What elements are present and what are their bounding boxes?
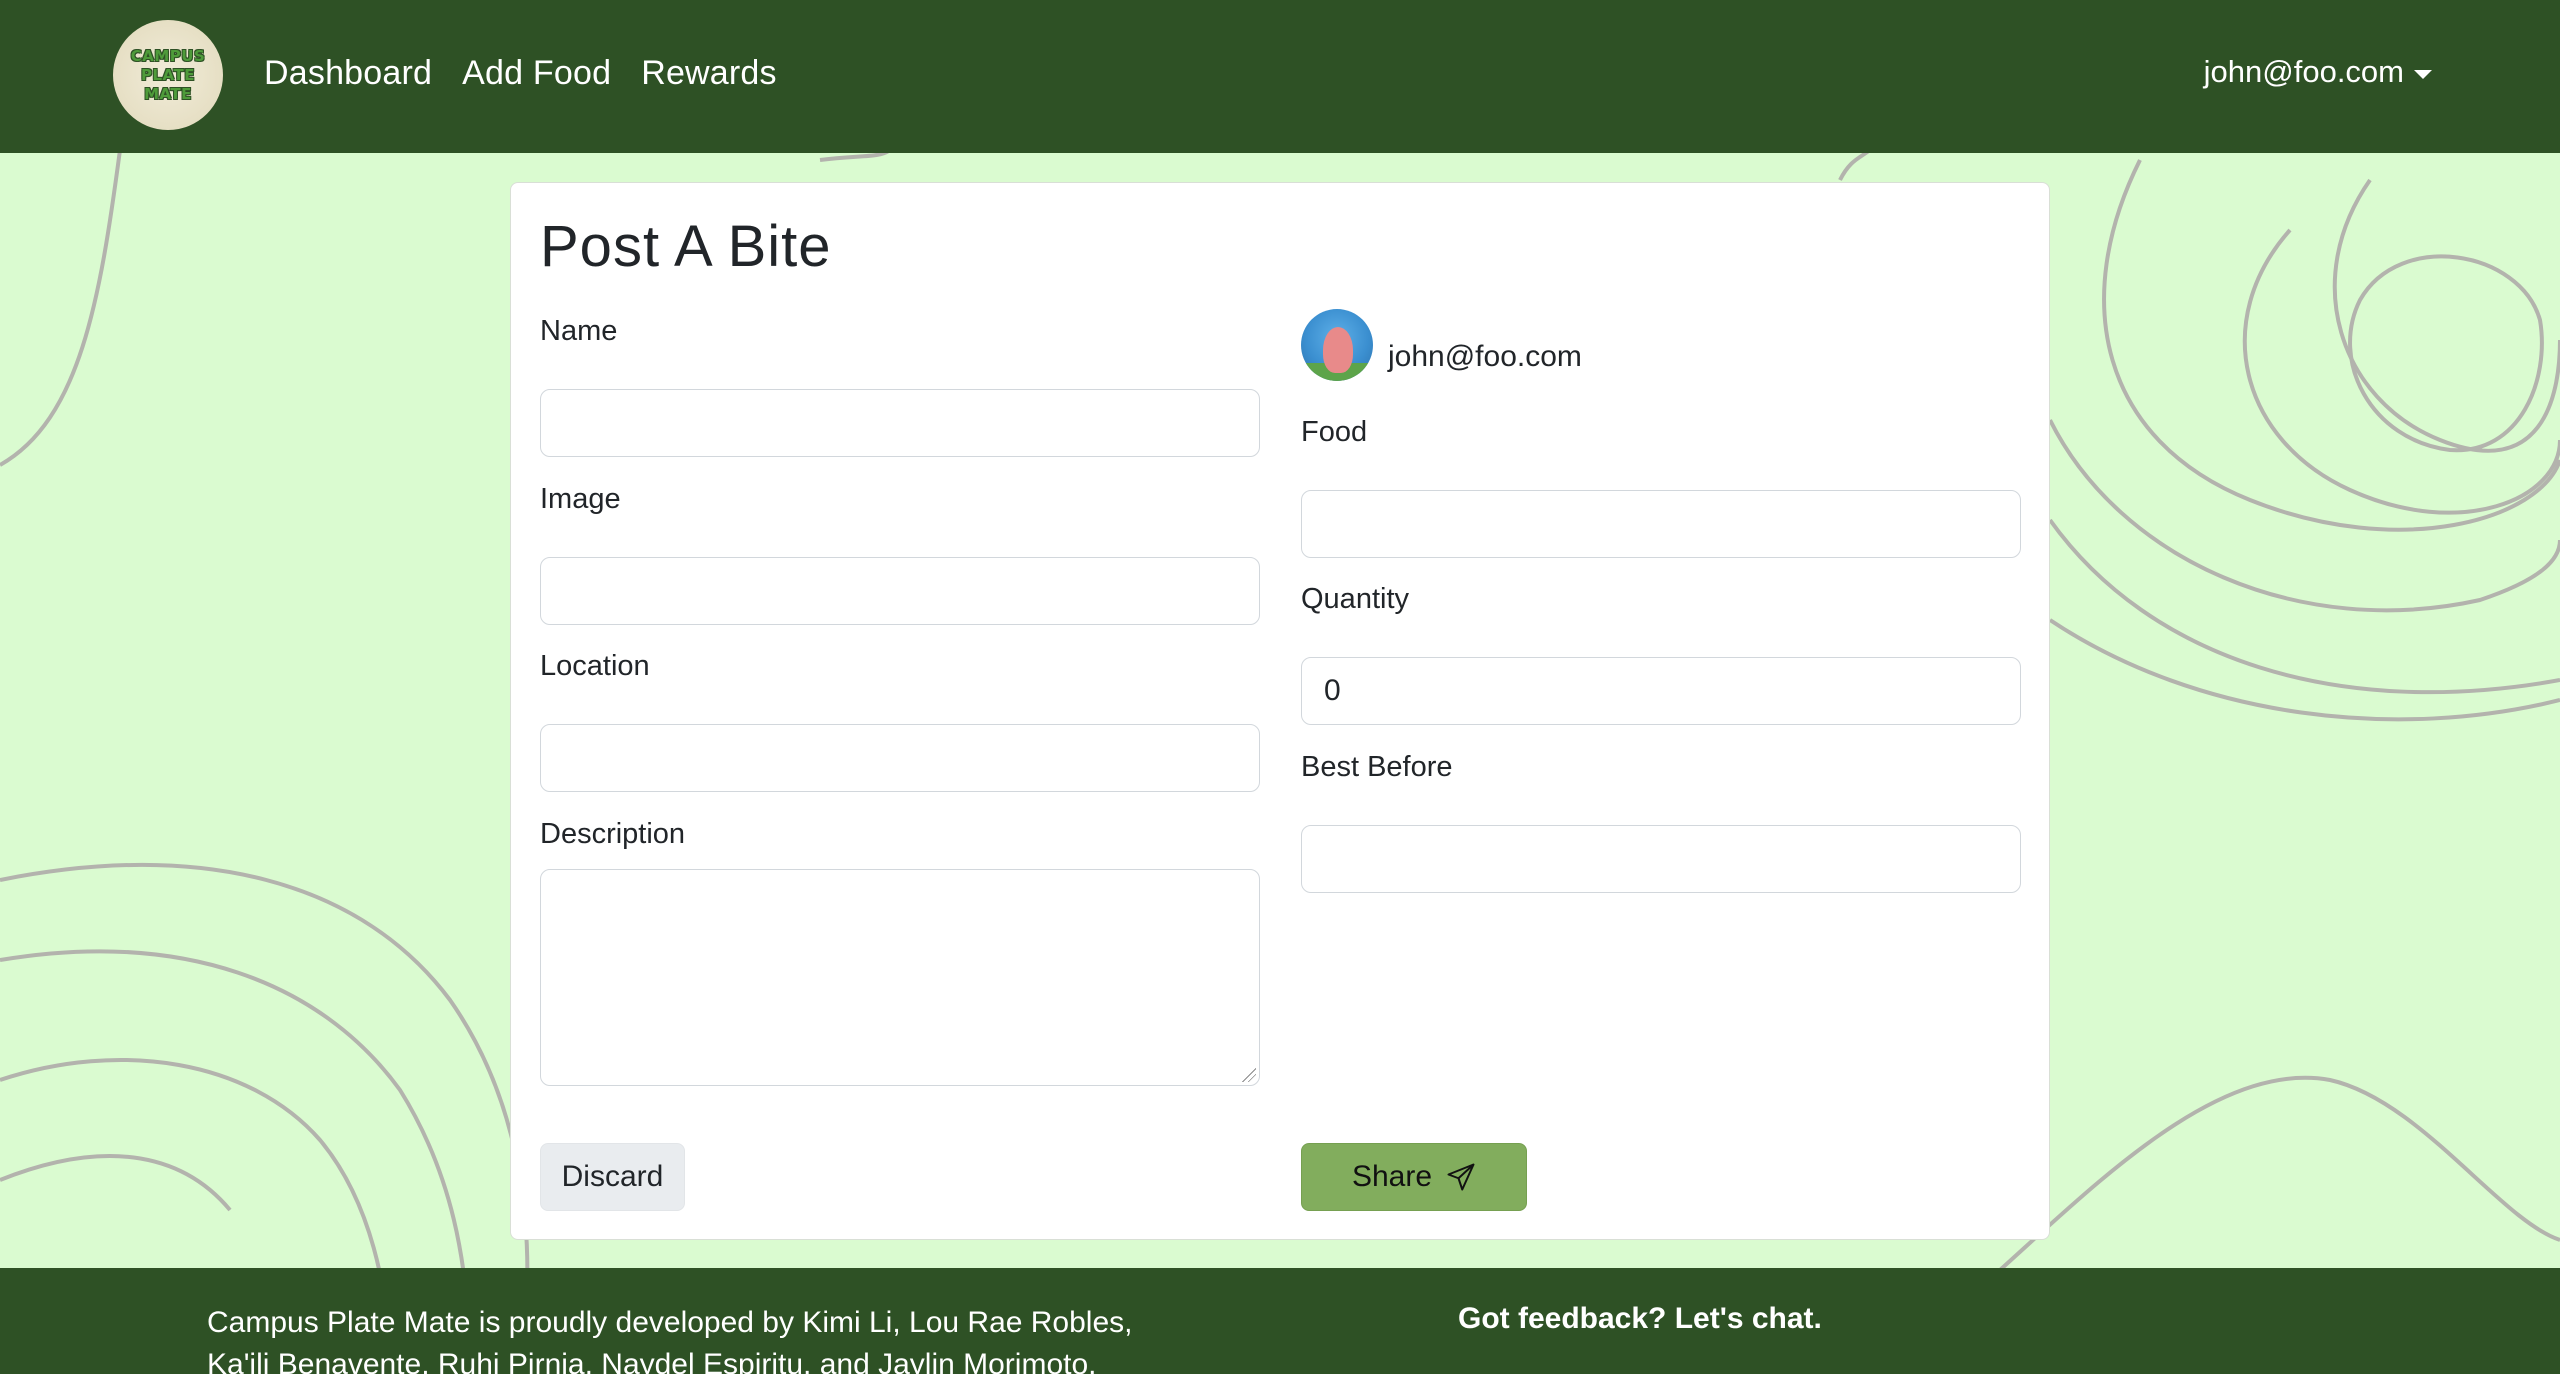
food-label: Food [1301,416,1368,448]
quantity-label: Quantity [1301,583,1409,615]
image-input[interactable] [540,557,1260,625]
user-email: john@foo.com [2203,54,2404,89]
user-dropdown[interactable]: john@foo.com [2204,54,2432,90]
nav-link-dashboard[interactable]: Dashboard [264,54,432,93]
nav-link-rewards[interactable]: Rewards [641,54,777,93]
description-label: Description [540,818,686,850]
send-icon [1447,1163,1475,1191]
discard-button[interactable]: Discard [540,1143,685,1211]
logo-line-1: CAMPUS [130,46,206,65]
footer: Campus Plate Mate is proudly developed b… [0,1268,2560,1374]
nav-link-add-food[interactable]: Add Food [462,54,611,93]
caret-down-icon [2414,69,2432,79]
share-label: Share [1351,1160,1433,1193]
share-button[interactable]: Share [1301,1143,1527,1211]
quantity-input[interactable]: 0 [1301,657,2021,725]
name-input[interactable] [540,389,1260,457]
location-input[interactable] [540,724,1260,792]
discard-label: Discard [561,1160,664,1193]
footer-credits-line-1: Campus Plate Mate is proudly developed b… [207,1306,1133,1339]
logo-line-2: PLATE [141,65,195,84]
image-label: Image [540,483,621,515]
owner-avatar [1301,309,1373,381]
name-label: Name [540,315,618,347]
description-textarea[interactable] [540,869,1260,1086]
resize-grip-icon[interactable] [1242,1068,1256,1082]
footer-credits: Campus Plate Mate is proudly developed b… [207,1302,1207,1374]
nav-links: Dashboard Add Food Rewards [264,54,777,93]
owner-email: john@foo.com [1388,340,1582,373]
feedback-link[interactable]: Got feedback? Let's chat. [1458,1302,1822,1336]
page-title: Post A Bite [540,214,832,279]
logo-line-3: MATE [144,84,192,103]
campus-plate-mate-logo[interactable]: CAMPUS PLATE MATE [113,20,223,130]
best-before-input[interactable] [1301,825,2021,893]
food-input[interactable] [1301,490,2021,558]
footer-credits-line-2: Ka'ili Benavente, Ruhi Pirnia, Naydel Es… [207,1348,1097,1374]
navbar: CAMPUS PLATE MATE Dashboard Add Food Rew… [0,0,2560,153]
post-a-bite-card: Post A Bite Name Image Location Descript… [510,182,2050,1240]
location-label: Location [540,650,650,682]
best-before-label: Best Before [1301,751,1453,783]
